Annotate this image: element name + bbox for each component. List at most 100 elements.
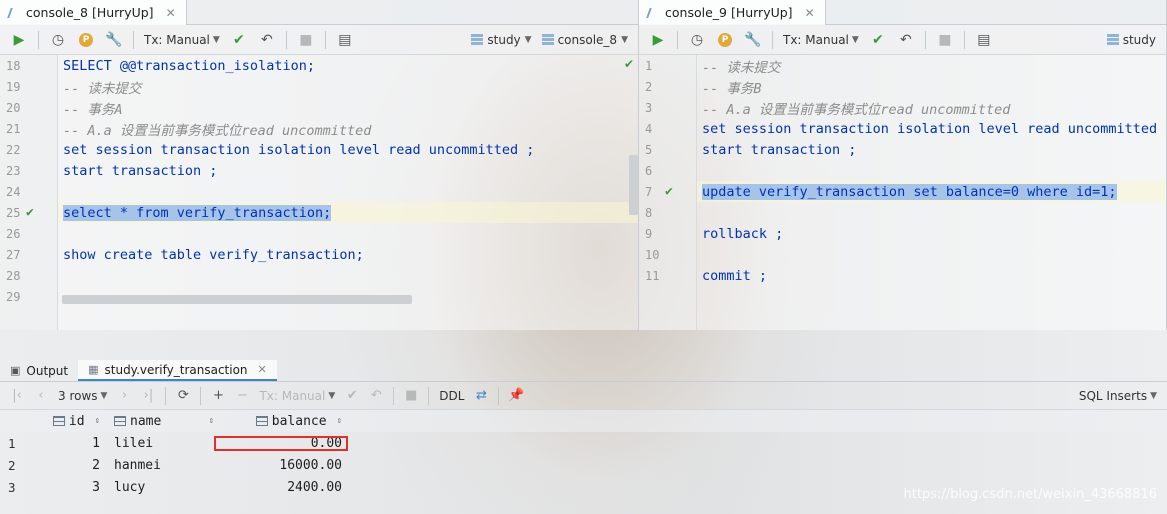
column-icon bbox=[114, 416, 126, 426]
cell-name[interactable]: hanmei bbox=[106, 458, 214, 473]
prev-page-icon[interactable]: ‹ bbox=[30, 385, 52, 407]
last-page-icon[interactable]: ›| bbox=[137, 385, 159, 407]
pin-icon[interactable]: 📌 bbox=[505, 385, 527, 407]
commit-icon[interactable]: ✔ bbox=[341, 385, 363, 407]
line-gutter: 1 2 3 4 5 6 7 ✔ 8 9 10 11 bbox=[639, 55, 697, 330]
sort-icon[interactable]: ⇕ bbox=[95, 416, 100, 426]
tab-output[interactable]: ▣ Output bbox=[0, 360, 78, 381]
refresh-icon[interactable]: ⟳ bbox=[172, 385, 194, 407]
history-icon[interactable]: ◷ bbox=[45, 29, 71, 51]
explain-button[interactable]: P bbox=[73, 29, 99, 51]
tab-console-9[interactable]: console_9 [HurryUp] ✕ bbox=[639, 0, 826, 25]
close-icon[interactable]: ✕ bbox=[805, 6, 815, 20]
tx-mode-dropdown[interactable]: Tx: Manual ▼ bbox=[255, 389, 339, 403]
cell-id[interactable]: 1 bbox=[26, 436, 106, 451]
next-page-icon[interactable]: › bbox=[113, 385, 135, 407]
export-format-label: SQL Inserts bbox=[1078, 388, 1148, 403]
schema-label: study bbox=[487, 32, 521, 47]
tx-mode-dropdown[interactable]: Tx: Manual ▼ bbox=[140, 33, 224, 47]
stop-button[interactable]: ■ bbox=[293, 29, 319, 51]
first-page-icon[interactable]: |‹ bbox=[6, 385, 28, 407]
toolbar-separator bbox=[498, 386, 500, 405]
settings-wrench-icon[interactable]: 🔧 bbox=[101, 29, 127, 51]
toolbar-separator bbox=[165, 386, 167, 405]
rollback-icon[interactable]: ↶ bbox=[365, 385, 387, 407]
code-area[interactable]: -- 读未提交 -- 事务B -- A.a 设置当前事务模式位read unco… bbox=[697, 55, 1167, 330]
code-line-27: show create table verify_transaction; bbox=[63, 246, 364, 263]
column-label: name bbox=[130, 413, 162, 429]
row-number: 3 bbox=[8, 479, 16, 495]
editor-pane-console-9: console_9 [HurryUp] ✕ ▶ ◷ P 🔧 Tx: Manual… bbox=[639, 0, 1167, 330]
cell-balance-highlighted[interactable]: 0.00 bbox=[214, 435, 348, 451]
compare-icon[interactable]: ⇄ bbox=[470, 385, 492, 407]
line-number: 20 bbox=[6, 100, 21, 115]
ddl-button[interactable]: DDL bbox=[435, 389, 468, 403]
rows-dropdown[interactable]: 3 rows ▼ bbox=[54, 389, 111, 403]
stop-icon[interactable]: ■ bbox=[400, 385, 422, 407]
commit-button[interactable]: ✔ bbox=[865, 29, 891, 51]
tab-label: console_9 [HurryUp] bbox=[665, 5, 793, 20]
line-number: 7 bbox=[645, 184, 653, 199]
schema-selector[interactable]: study bbox=[1103, 33, 1160, 47]
remove-row-icon[interactable]: − bbox=[231, 385, 253, 407]
toolbar-separator bbox=[200, 386, 202, 405]
explain-button[interactable]: P bbox=[712, 29, 738, 51]
console-selector[interactable]: console_8 ▼ bbox=[538, 33, 632, 47]
tab-result-table[interactable]: ▦ study.verify_transaction ✕ bbox=[78, 360, 277, 381]
commit-button[interactable]: ✔ bbox=[226, 29, 252, 51]
chevron-down-icon: ▼ bbox=[621, 34, 628, 45]
cell-id[interactable]: 2 bbox=[26, 458, 106, 473]
toolbar-separator bbox=[963, 30, 965, 49]
rollback-button[interactable]: ↶ bbox=[254, 29, 280, 51]
settings-wrench-icon[interactable]: 🔧 bbox=[740, 29, 766, 51]
grid-view-icon[interactable]: ▤ bbox=[332, 29, 358, 51]
tab-label: console_8 [HurryUp] bbox=[26, 5, 154, 20]
line-number: 4 bbox=[645, 121, 653, 136]
stop-button[interactable]: ■ bbox=[932, 29, 958, 51]
table-row[interactable]: 2 2 hanmei 16000.00 bbox=[0, 454, 1167, 476]
execute-button[interactable]: ▶ bbox=[6, 29, 32, 51]
line-number: 24 bbox=[6, 184, 21, 199]
sort-icon[interactable]: ⇕ bbox=[337, 416, 342, 426]
add-row-icon[interactable]: + bbox=[207, 385, 229, 407]
history-icon[interactable]: ◷ bbox=[684, 29, 710, 51]
toolbar-separator bbox=[324, 30, 326, 49]
toolbar-separator bbox=[677, 30, 678, 49]
code-editor[interactable]: 18 19 20 21 22 23 24 25 ✔ 26 27 28 29 SEL… bbox=[0, 55, 638, 330]
vertical-scrollbar[interactable] bbox=[629, 155, 638, 215]
execute-button[interactable]: ▶ bbox=[645, 29, 671, 51]
schema-label: study bbox=[1122, 32, 1156, 47]
editor-pane-console-8: console_8 [HurryUp] ✕ ▶ ◷ P 🔧 Tx: Manual… bbox=[0, 0, 639, 330]
code-line-11: commit ; bbox=[702, 267, 768, 284]
code-line-25: select * from verify_transaction; bbox=[63, 202, 332, 223]
tab-console-8[interactable]: console_8 [HurryUp] ✕ bbox=[0, 0, 187, 25]
table-row[interactable]: 1 1 lilei 0.00 bbox=[0, 432, 1167, 454]
column-header-balance[interactable]: balance ⇕ bbox=[214, 414, 348, 429]
cell-balance[interactable]: 16000.00 bbox=[214, 458, 348, 473]
grid-view-icon[interactable]: ▤ bbox=[971, 29, 997, 51]
cell-name[interactable]: lilei bbox=[106, 436, 214, 451]
export-format-dropdown[interactable]: SQL Inserts ▼ bbox=[1075, 389, 1161, 403]
rollback-button[interactable]: ↶ bbox=[893, 29, 919, 51]
line-number: 21 bbox=[6, 121, 21, 136]
selected-code-text: select * from verify_transaction; bbox=[63, 204, 332, 221]
tx-mode-dropdown[interactable]: Tx: Manual ▼ bbox=[779, 33, 863, 47]
row-number: 1 bbox=[8, 435, 16, 451]
schema-selector[interactable]: study ▼ bbox=[467, 33, 535, 47]
code-line-7: update verify_transaction set balance=0 … bbox=[702, 181, 1117, 202]
results-tabs: ▣ Output ▦ study.verify_transaction ✕ bbox=[0, 360, 1167, 382]
tab-label: Output bbox=[26, 363, 69, 378]
close-icon[interactable]: ✕ bbox=[258, 363, 267, 376]
column-header-id[interactable]: id ⇕ bbox=[26, 414, 106, 429]
cell-balance[interactable]: 2400.00 bbox=[214, 480, 348, 495]
code-editor[interactable]: 1 2 3 4 5 6 7 ✔ 8 9 10 11 -- 读未提交 -- 事务B … bbox=[639, 55, 1167, 330]
close-icon[interactable]: ✕ bbox=[166, 6, 176, 20]
explain-icon: P bbox=[79, 32, 93, 47]
horizontal-scrollbar[interactable] bbox=[62, 295, 412, 304]
cell-id[interactable]: 3 bbox=[26, 480, 106, 495]
column-header-name[interactable]: name ⇕ bbox=[106, 414, 214, 429]
line-number: 27 bbox=[6, 247, 21, 262]
code-area[interactable]: SELECT @@transaction_isolation; -- 读未提交 … bbox=[58, 55, 638, 330]
rows-label: 3 rows bbox=[58, 388, 98, 403]
cell-name[interactable]: lucy bbox=[106, 480, 214, 495]
